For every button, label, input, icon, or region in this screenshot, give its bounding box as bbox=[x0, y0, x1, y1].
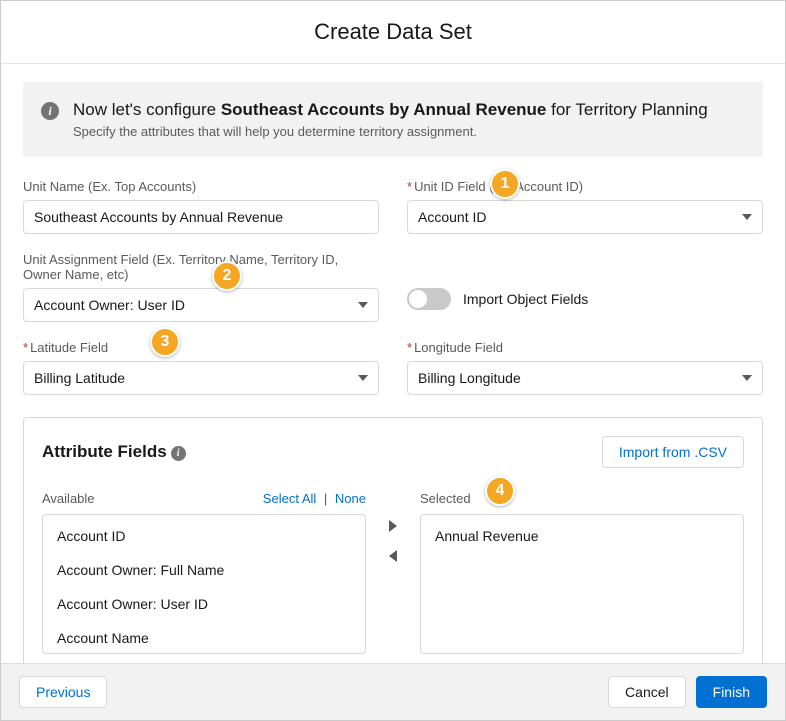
chevron-down-icon bbox=[358, 302, 368, 308]
cancel-button[interactable]: Cancel bbox=[608, 676, 686, 708]
import-object-group: Import Object Fields bbox=[407, 252, 763, 322]
latitude-select[interactable]: Billing Latitude bbox=[23, 361, 379, 395]
longitude-label-text: Longitude Field bbox=[414, 340, 503, 355]
previous-button[interactable]: Previous bbox=[19, 676, 107, 708]
unit-id-field-select[interactable]: Account ID bbox=[407, 200, 763, 234]
transfer-controls bbox=[378, 488, 408, 654]
latitude-group: *Latitude Field Billing Latitude 3 bbox=[23, 340, 379, 395]
chevron-down-icon bbox=[742, 375, 752, 381]
selected-list[interactable]: Annual Revenue bbox=[420, 514, 744, 654]
callout-3: 3 bbox=[150, 327, 180, 357]
list-item[interactable]: Account Owner: User ID bbox=[43, 587, 365, 621]
import-csv-button[interactable]: Import from .CSV bbox=[602, 436, 744, 468]
info-icon: i bbox=[41, 102, 59, 120]
latitude-value: Billing Latitude bbox=[34, 370, 125, 386]
available-label: Available bbox=[42, 491, 95, 506]
info-suffix: for Territory Planning bbox=[546, 100, 707, 119]
longitude-group: *Longitude Field Billing Longitude bbox=[407, 340, 763, 395]
chevron-down-icon bbox=[742, 214, 752, 220]
attribute-fields-title-text: Attribute Fields bbox=[42, 442, 167, 462]
toggle-knob bbox=[409, 290, 427, 308]
list-item[interactable]: Account ID bbox=[43, 519, 365, 553]
unit-id-field-label: *Unit ID Field (Ex. Account ID) bbox=[407, 179, 763, 194]
longitude-select[interactable]: Billing Longitude bbox=[407, 361, 763, 395]
available-list[interactable]: Account ID Account Owner: Full Name Acco… bbox=[42, 514, 366, 654]
unit-assignment-group: Unit Assignment Field (Ex. Territory Nam… bbox=[23, 252, 379, 322]
latitude-label-text: Latitude Field bbox=[30, 340, 108, 355]
unit-name-input[interactable] bbox=[23, 200, 379, 234]
unit-assignment-value: Account Owner: User ID bbox=[34, 297, 185, 313]
separator: | bbox=[324, 491, 327, 506]
callout-2: 2 bbox=[212, 261, 242, 291]
unit-name-label: Unit Name (Ex. Top Accounts) bbox=[23, 179, 379, 194]
longitude-label: *Longitude Field bbox=[407, 340, 763, 355]
chevron-down-icon bbox=[358, 375, 368, 381]
select-all-link[interactable]: Select All bbox=[263, 491, 316, 506]
info-banner: i Now let's configure Southeast Accounts… bbox=[23, 82, 763, 157]
finish-button[interactable]: Finish bbox=[696, 676, 767, 708]
modal-content: i Now let's configure Southeast Accounts… bbox=[1, 82, 785, 680]
list-item[interactable]: Account Name bbox=[43, 621, 365, 654]
unit-id-field-group: *Unit ID Field (Ex. Account ID) Account … bbox=[407, 179, 763, 234]
callout-1: 1 bbox=[490, 169, 520, 199]
modal-footer: Previous Cancel Finish bbox=[1, 663, 785, 720]
import-object-label: Import Object Fields bbox=[463, 291, 588, 307]
move-right-button[interactable] bbox=[389, 520, 397, 532]
list-item[interactable]: Account Owner: Full Name bbox=[43, 553, 365, 587]
unit-assignment-select[interactable]: Account Owner: User ID bbox=[23, 288, 379, 322]
selected-label: Selected bbox=[420, 491, 471, 506]
unit-assignment-label: Unit Assignment Field (Ex. Territory Nam… bbox=[23, 252, 379, 282]
import-object-toggle[interactable] bbox=[407, 288, 451, 310]
latitude-label: *Latitude Field bbox=[23, 340, 379, 355]
attribute-fields-title: Attribute Fields i bbox=[42, 442, 186, 462]
unit-name-group: Unit Name (Ex. Top Accounts) bbox=[23, 179, 379, 234]
callout-4: 4 bbox=[485, 476, 515, 506]
info-prefix: Now let's configure bbox=[73, 100, 221, 119]
selected-column: Selected Annual Revenue 4 bbox=[420, 488, 744, 654]
attribute-fields-section: Attribute Fields i Import from .CSV Avai… bbox=[23, 417, 763, 673]
move-left-button[interactable] bbox=[389, 550, 397, 562]
info-bold: Southeast Accounts by Annual Revenue bbox=[221, 100, 547, 119]
available-column: Available Select All | None Account ID A… bbox=[42, 488, 366, 654]
info-icon[interactable]: i bbox=[171, 446, 186, 461]
modal-title: Create Data Set bbox=[1, 1, 785, 64]
select-none-link[interactable]: None bbox=[335, 491, 366, 506]
unit-id-field-value: Account ID bbox=[418, 209, 486, 225]
info-subtitle: Specify the attributes that will help yo… bbox=[73, 124, 708, 139]
longitude-value: Billing Longitude bbox=[418, 370, 521, 386]
info-title: Now let's configure Southeast Accounts b… bbox=[73, 100, 708, 120]
list-item[interactable]: Annual Revenue bbox=[421, 519, 743, 553]
